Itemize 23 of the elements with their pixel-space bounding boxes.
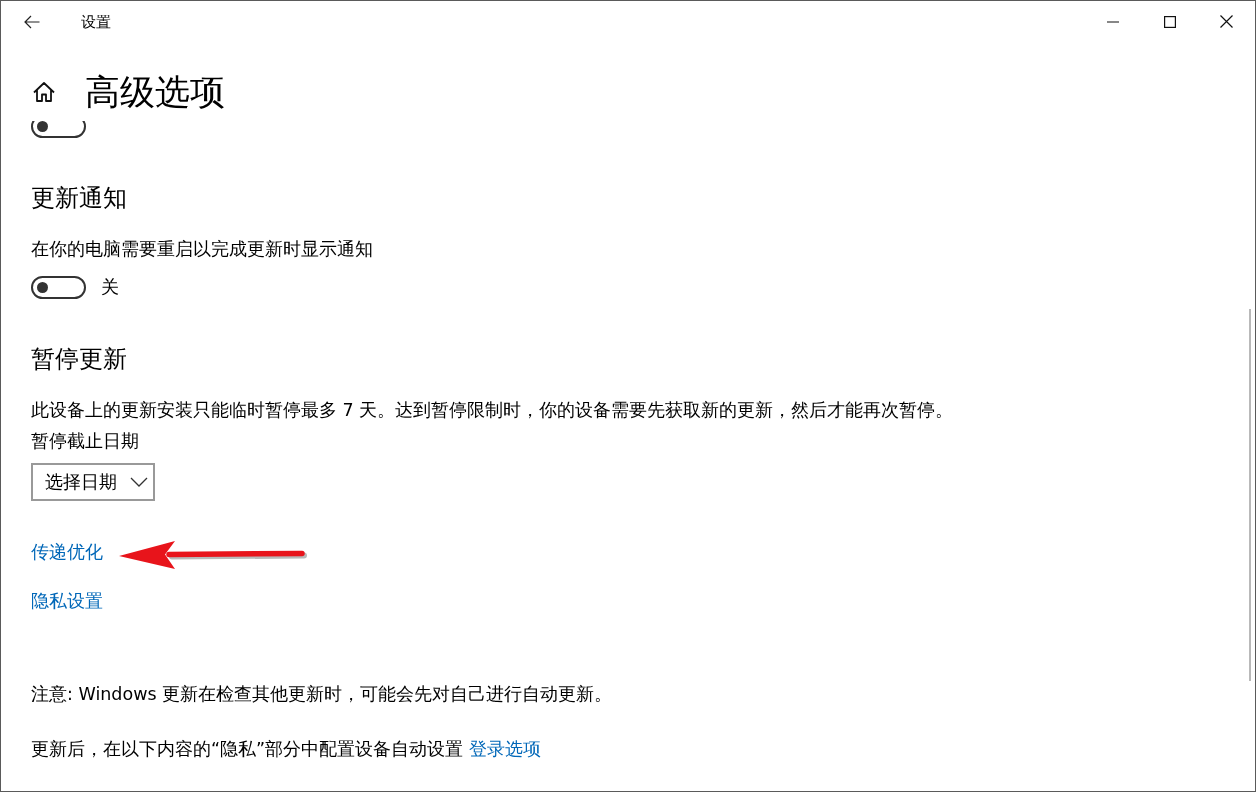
date-dropdown[interactable]: 选择日期 (31, 463, 155, 501)
scrollbar-thumb[interactable] (1249, 309, 1251, 681)
sign-in-options-link[interactable]: 登录选项 (468, 739, 541, 759)
field-label: 暂停截止日期 (31, 430, 139, 453)
toggle-switch[interactable] (31, 275, 86, 299)
minimize-icon (1106, 20, 1119, 23)
description-text: 在你的电脑需要重启以完成更新时显示通知 (31, 238, 373, 261)
section-heading: 更新通知 (31, 183, 127, 214)
maximize-icon (1163, 15, 1176, 28)
page-title: 高级选项 (85, 70, 225, 114)
description-text: 此设备上的更新安装只能临时暂停最多 7 天。达到暂停限制时，你的设备需要先获取新的更新，然后才能再次暂停。 (31, 399, 954, 422)
chevron-down-icon (130, 477, 148, 487)
privacy-note: 更新后，在以下内容的“隐私”部分中配置设备自动设置 登录选项 (31, 738, 541, 761)
toggle-switch[interactable] (31, 121, 86, 138)
settings-link[interactable]: 隐私设置 (31, 591, 103, 611)
toggle-state-label: 关 (101, 276, 119, 299)
home-icon (33, 81, 55, 102)
app-title: 设置 (81, 11, 111, 32)
section-heading: 暂停更新 (31, 344, 127, 375)
back-arrow-icon (24, 14, 40, 29)
description-text: 注意: Windows 更新在检查其他更新时，可能会先对自己进行自动更新。 (31, 683, 613, 706)
close-icon (1220, 15, 1233, 28)
settings-link[interactable]: 传递优化 (31, 542, 103, 562)
